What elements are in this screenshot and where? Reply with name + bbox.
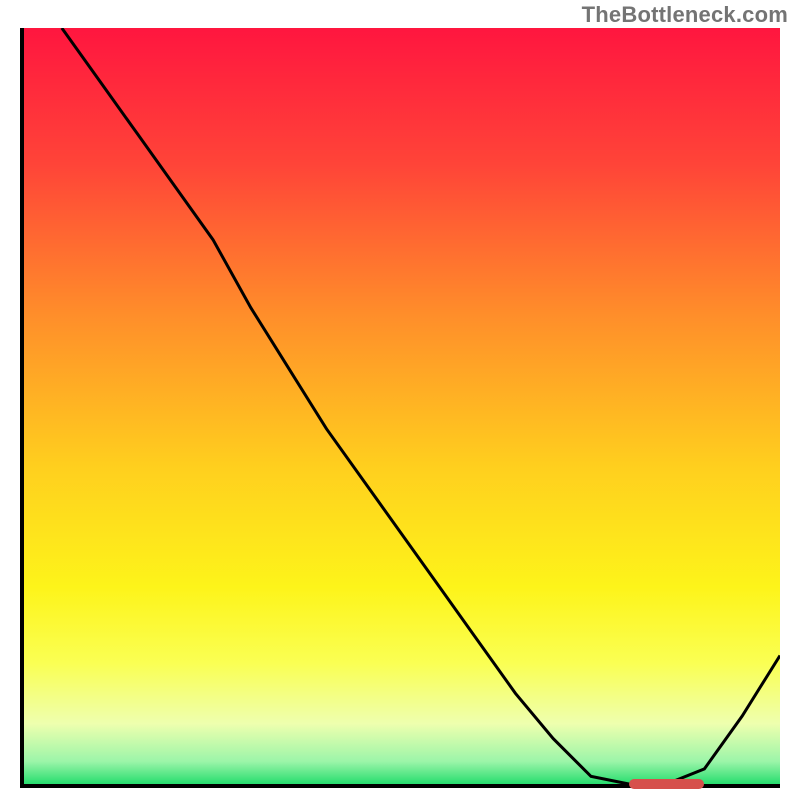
optimal-range-marker bbox=[629, 779, 705, 789]
background-gradient bbox=[24, 28, 780, 784]
watermark: TheBottleneck.com bbox=[582, 2, 788, 28]
chart-root: TheBottleneck.com bbox=[0, 0, 800, 800]
plot-area bbox=[20, 28, 780, 788]
